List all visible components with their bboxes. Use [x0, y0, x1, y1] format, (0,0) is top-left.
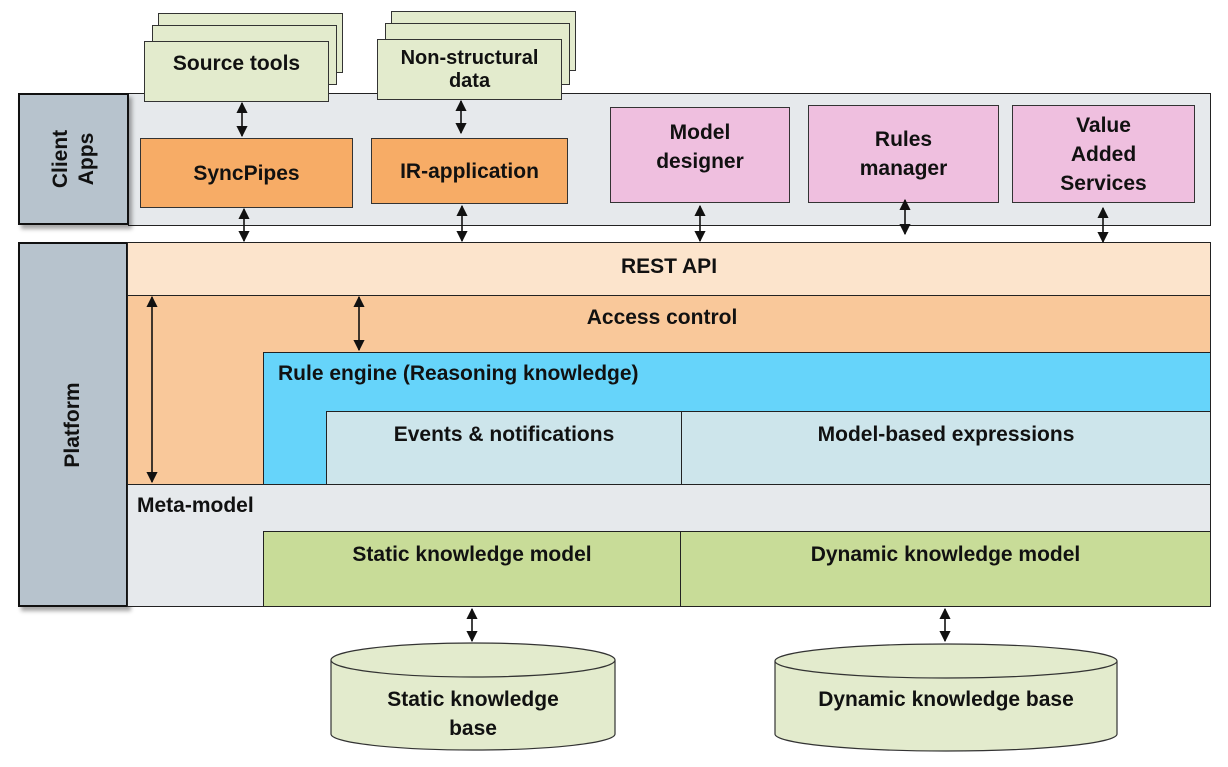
- access-control-label: Access control: [586, 305, 738, 329]
- value-added-services-box[interactable]: Value Added Services: [1012, 105, 1195, 203]
- source-tools-label: Source tools: [172, 52, 301, 75]
- static-kb-label-line2: base: [449, 717, 497, 740]
- vas-label-line2: Added: [1070, 142, 1137, 166]
- source-tools-box[interactable]: Source tools: [144, 41, 329, 102]
- model-designer-label-line2: designer: [656, 150, 744, 173]
- rules-manager-label-line2: manager: [859, 157, 948, 180]
- rule-engine-label: Rule engine (Reasoning knowledge): [278, 362, 639, 385]
- rest-api-label: REST API: [620, 255, 718, 278]
- dynamic-knowledge-base-label: Dynamic knowledge base: [818, 687, 1074, 711]
- static-kb-label-line1: Static knowledge: [387, 688, 559, 711]
- platform-label: Platform: [61, 381, 84, 468]
- dynamic-knowledge-model-label: Dynamic knowledge model: [810, 543, 1081, 566]
- syncpipes-label: SyncPipes: [193, 161, 300, 185]
- events-notifications-label: Events & notifications: [393, 423, 615, 446]
- static-knowledge-model-label: Static knowledge model: [352, 543, 592, 566]
- vas-label-line1: Value: [1076, 113, 1131, 137]
- ir-application-box[interactable]: IR-application: [371, 138, 568, 204]
- non-structural-data-box[interactable]: Non-structural data: [377, 39, 562, 100]
- meta-model-label: Meta-model: [137, 494, 254, 517]
- events-notifications-box[interactable]: Events & notifications: [326, 411, 682, 485]
- rules-manager-box[interactable]: Rules manager: [808, 105, 999, 203]
- model-based-expressions-box[interactable]: Model-based expressions: [681, 411, 1211, 485]
- platform-label-box: Platform: [18, 242, 128, 607]
- static-knowledge-base-label: Static knowledge base: [329, 684, 617, 744]
- syncpipes-box[interactable]: SyncPipes: [140, 138, 353, 208]
- client-apps-label: Client Apps: [48, 129, 98, 189]
- static-knowledge-model-box[interactable]: Static knowledge model: [263, 531, 681, 607]
- model-based-expressions-label: Model-based expressions: [817, 423, 1075, 446]
- vas-label-line3: Services: [1060, 171, 1147, 195]
- ir-application-label: IR-application: [400, 159, 539, 183]
- client-apps-label-box: Client Apps: [18, 93, 129, 225]
- non-structural-label-line2: data: [448, 69, 491, 92]
- dynamic-knowledge-model-box[interactable]: Dynamic knowledge model: [680, 531, 1211, 607]
- model-designer-label-line1: Model: [669, 121, 731, 144]
- rules-manager-label-line1: Rules: [874, 128, 933, 151]
- model-designer-box[interactable]: Model designer: [610, 107, 790, 203]
- non-structural-label-line1: Non-structural: [400, 46, 539, 69]
- rest-api-layer[interactable]: REST API: [127, 242, 1211, 296]
